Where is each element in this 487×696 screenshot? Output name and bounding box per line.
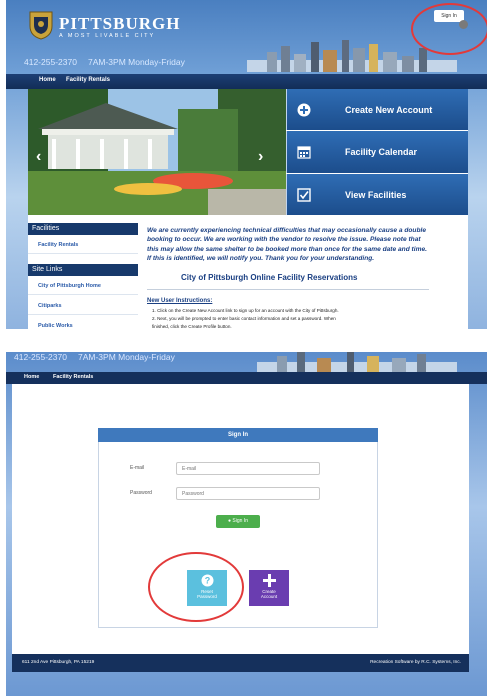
email-field[interactable] [176, 462, 320, 475]
main-nav: Home Facility Rentals [6, 74, 487, 89]
main-nav: Home Facility Rentals [6, 372, 487, 384]
create-line-2: Account [260, 594, 278, 599]
tile-create-new-account-label: Create New Account [345, 104, 433, 115]
sign-in-button[interactable]: ● Sign In [216, 515, 260, 528]
instruction-line: finished, click the Create Profile butto… [152, 324, 232, 329]
create-account-tile[interactable]: Create Account [249, 570, 289, 606]
footer-credit: Recreation Software by R.C. Systems, Inc… [370, 660, 461, 665]
carousel-next-icon[interactable]: › [258, 148, 263, 166]
instructions-heading: New User Instructions: [147, 298, 213, 304]
user-icon: ● [228, 518, 232, 524]
sidebar-item-facility-rentals[interactable]: Facility Rentals [28, 236, 138, 254]
city-skyline-graphic [257, 352, 457, 372]
divider [147, 289, 429, 290]
password-label: Password [130, 490, 152, 496]
password-field[interactable] [176, 487, 320, 500]
plus-circle-icon [297, 103, 311, 116]
city-tagline: A MOST LIVABLE CITY [59, 33, 156, 39]
nav-home[interactable]: Home [24, 374, 39, 380]
tile-facility-calendar[interactable]: Facility Calendar [286, 131, 468, 173]
instruction-line: 1. Click on the Create New Account link … [152, 308, 339, 313]
sidebar-item-city-home[interactable]: City of Pittsburgh Home [28, 277, 138, 295]
tile-facility-calendar-label: Facility Calendar [345, 147, 418, 157]
tile-create-new-account[interactable]: Create New Account [286, 89, 468, 130]
highlight-circle-sign-in [411, 3, 487, 55]
tile-view-facilities-label: View Facilities [345, 189, 407, 200]
phone-number: 412-255-2370 [14, 352, 67, 362]
sidebar-header-site-links: Site Links [28, 264, 138, 276]
nav-facility-rentals[interactable]: Facility Rentals [53, 374, 93, 380]
email-label: E-mail [130, 465, 145, 471]
checkbox-icon [297, 187, 311, 202]
page-title: City of Pittsburgh Online Facility Reser… [181, 273, 358, 282]
sidebar-item-public-works[interactable]: Public Works [28, 317, 138, 329]
sign-in-button-label: Sign In [232, 518, 248, 524]
city-seal-logo [29, 11, 53, 40]
office-hours: 7AM-3PM Monday-Friday [88, 57, 185, 67]
footer: 611 2nd Ave Pittsburgh, PA 15219 Recreat… [12, 654, 469, 672]
nav-facility-rentals[interactable]: Facility Rentals [66, 77, 110, 83]
highlight-circle-reset-password [148, 552, 244, 622]
city-name: PITTSBURGH [59, 14, 181, 33]
carousel-prev-icon[interactable]: ‹ [36, 148, 41, 166]
calendar-icon [297, 146, 311, 159]
footer-address: 611 2nd Ave Pittsburgh, PA 15219 [22, 660, 95, 665]
instruction-line: 2. Next, you will be prompted to enter b… [152, 316, 336, 321]
phone-number: 412-255-2370 [24, 57, 77, 67]
plus-icon [262, 574, 276, 587]
office-hours: 7AM-3PM Monday-Friday [78, 352, 175, 362]
sidebar-header-facilities: Facilities [28, 223, 138, 235]
sign-in-card-title: Sign In [98, 428, 378, 442]
facility-home-screenshot: PITTSBURGH A MOST LIVABLE CITY 412-255-2… [6, 0, 487, 329]
sign-in-screenshot: 412-255-2370 7AM-3PM Monday-Friday Home … [6, 352, 487, 696]
technical-difficulties-notice: We are currently experiencing technical … [147, 227, 427, 263]
gazebo-photo [28, 89, 286, 215]
nav-home[interactable]: Home [39, 77, 56, 83]
sidebar-item-citiparks[interactable]: Citiparks [28, 297, 138, 315]
tile-view-facilities[interactable]: View Facilities [286, 174, 468, 215]
